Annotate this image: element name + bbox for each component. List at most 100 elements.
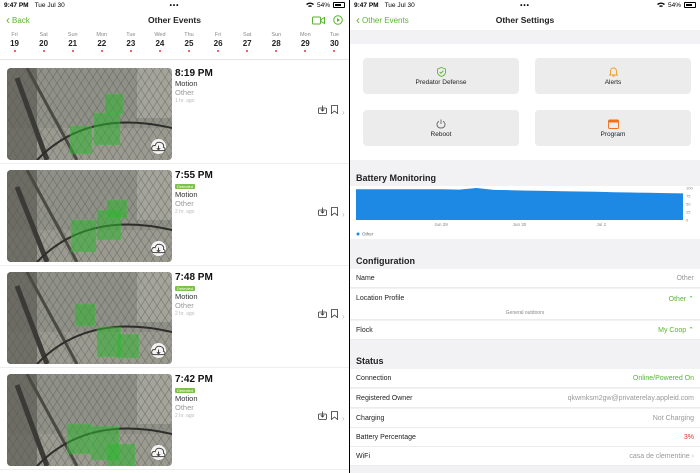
- day-number: 27: [242, 39, 252, 48]
- video-camera-icon[interactable]: [312, 16, 325, 25]
- x-tick-label: Jun 30: [513, 222, 527, 227]
- date-day[interactable]: Sat 27: [233, 30, 262, 59]
- event-thumbnail[interactable]: [7, 374, 172, 466]
- cloud-download-icon[interactable]: [151, 445, 166, 460]
- status-right: 54%: [305, 1, 345, 9]
- bookmark-icon[interactable]: [331, 207, 338, 216]
- status-date: Tue Jul 30: [34, 1, 65, 9]
- day-number: 20: [39, 39, 49, 48]
- location-profile-text: Other: [668, 296, 687, 303]
- back-button[interactable]: ‹ Other Events: [356, 14, 409, 26]
- date-day[interactable]: Fri 26: [204, 30, 233, 59]
- cloud-download-icon[interactable]: [151, 139, 166, 154]
- event-dot: [13, 50, 16, 52]
- event-thumbnail[interactable]: [7, 272, 172, 364]
- date-day[interactable]: Sat 20: [29, 30, 58, 59]
- date-day[interactable]: Fri 19: [0, 30, 29, 59]
- date-day[interactable]: Thu 25: [174, 30, 203, 59]
- shield-check-icon: [436, 66, 446, 77]
- event-thumbnail[interactable]: [7, 170, 172, 262]
- day-name: Sat: [39, 32, 48, 38]
- event-actions: [318, 207, 338, 216]
- multitask-dots[interactable]: •••: [170, 2, 180, 9]
- date-day[interactable]: Sun 28: [262, 30, 291, 59]
- event-thumbnail[interactable]: [7, 68, 172, 160]
- config-row-location[interactable]: Location Profile Other ⌃ General outdoor…: [350, 289, 700, 320]
- chevron-right-icon: ›: [342, 210, 345, 219]
- date-day[interactable]: Tue 30: [320, 30, 349, 59]
- flock-text: My Coop: [658, 327, 687, 334]
- status-bar: 9:47 PM Tue Jul 30 ••• 54%: [0, 0, 349, 10]
- bookmark-icon[interactable]: [331, 105, 338, 114]
- event-dot: [333, 50, 336, 52]
- owner-label: Registered Owner: [356, 394, 413, 402]
- event-actions: [318, 105, 338, 114]
- status-row-battery: Battery Percentage 3%: [350, 428, 700, 447]
- download-icon[interactable]: [318, 207, 327, 216]
- event-dot: [217, 50, 220, 52]
- config-row-name[interactable]: Name Other: [350, 269, 700, 288]
- event-ago: 2 hr. ago: [175, 311, 195, 317]
- reboot-button[interactable]: Reboot: [363, 110, 519, 146]
- flock-label: Flock: [356, 326, 373, 334]
- chevron-left-icon: ‹: [6, 13, 10, 27]
- event-dot: [100, 50, 103, 52]
- charging-label: Charging: [356, 414, 385, 422]
- event-type: Motion: [175, 394, 198, 403]
- event-device: Other: [175, 403, 194, 412]
- cloud-download-icon[interactable]: [151, 241, 166, 256]
- predator-defense-button[interactable]: Predator Defense: [363, 58, 519, 94]
- event-actions: [318, 411, 338, 420]
- connection-value: Online/Powered On: [632, 374, 694, 382]
- status-heading: Status: [356, 356, 384, 366]
- multitask-dots[interactable]: •••: [520, 2, 530, 9]
- event-row[interactable]: 7:48 PM Detected Motion Other 2 hr. ago ›: [0, 268, 349, 368]
- bookmark-icon[interactable]: [331, 309, 338, 318]
- download-icon[interactable]: [318, 411, 327, 420]
- event-device: Other: [175, 199, 194, 208]
- cloud-download-icon[interactable]: [151, 343, 166, 358]
- event-info: 8:19 PM Motion Other 1 hr. ago: [175, 68, 213, 104]
- location-profile-value: Other ⌃: [669, 295, 694, 303]
- bookmark-icon[interactable]: [331, 411, 338, 420]
- date-day[interactable]: Mon 29: [291, 30, 320, 59]
- event-dot: [42, 50, 45, 52]
- chevron-left-icon: ‹: [356, 13, 360, 27]
- event-dot: [246, 50, 249, 52]
- config-row-flock[interactable]: Flock My Coop ⌃: [350, 321, 700, 340]
- date-day[interactable]: Wed 24: [145, 30, 174, 59]
- event-dot: [304, 50, 307, 52]
- connection-label: Connection: [356, 374, 392, 382]
- y-tick-label: 25: [686, 210, 691, 215]
- alerts-button[interactable]: Alerts: [535, 58, 691, 94]
- name-value: Other: [676, 274, 694, 282]
- day-number: 26: [213, 39, 223, 48]
- program-button[interactable]: Program: [535, 110, 691, 146]
- wifi-icon: [656, 2, 665, 7]
- download-icon[interactable]: [318, 105, 327, 114]
- back-button[interactable]: ‹ Back: [6, 14, 30, 26]
- event-row[interactable]: 7:42 PM Detected Motion Other 2 hr. ago ›: [0, 370, 349, 470]
- event-badge: Detected: [175, 184, 196, 189]
- y-tick-label: 100: [686, 186, 693, 191]
- wifi-value: casa de clementine: [629, 453, 694, 460]
- alerts-label: Alerts: [604, 78, 622, 86]
- battery-chart-card: 100 75 50 25 0 Jun 29 Jun 30 Jul 2 Other: [350, 186, 700, 239]
- day-name: Wed: [154, 32, 166, 38]
- event-dot: [71, 50, 74, 52]
- event-row[interactable]: 8:19 PM Motion Other 1 hr. ago ›: [0, 64, 349, 164]
- day-number: 22: [97, 39, 107, 48]
- date-day[interactable]: Mon 22: [87, 30, 116, 59]
- battery-percent: 54%: [316, 1, 330, 9]
- battery-percentage-value: 3%: [683, 433, 694, 441]
- day-name: Sat: [243, 32, 252, 38]
- status-row-wifi[interactable]: WiFi casa de clementine: [350, 447, 700, 466]
- program-label: Program: [600, 130, 626, 138]
- download-icon[interactable]: [318, 309, 327, 318]
- play-circle-icon[interactable]: [333, 15, 343, 25]
- legend-swatch: [356, 232, 360, 236]
- date-day[interactable]: Tue 23: [116, 30, 145, 59]
- date-day[interactable]: Sun 21: [58, 30, 87, 59]
- event-row[interactable]: 7:55 PM Detected Motion Other 2 hr. ago ›: [0, 166, 349, 266]
- y-tick-label: 0: [686, 218, 689, 223]
